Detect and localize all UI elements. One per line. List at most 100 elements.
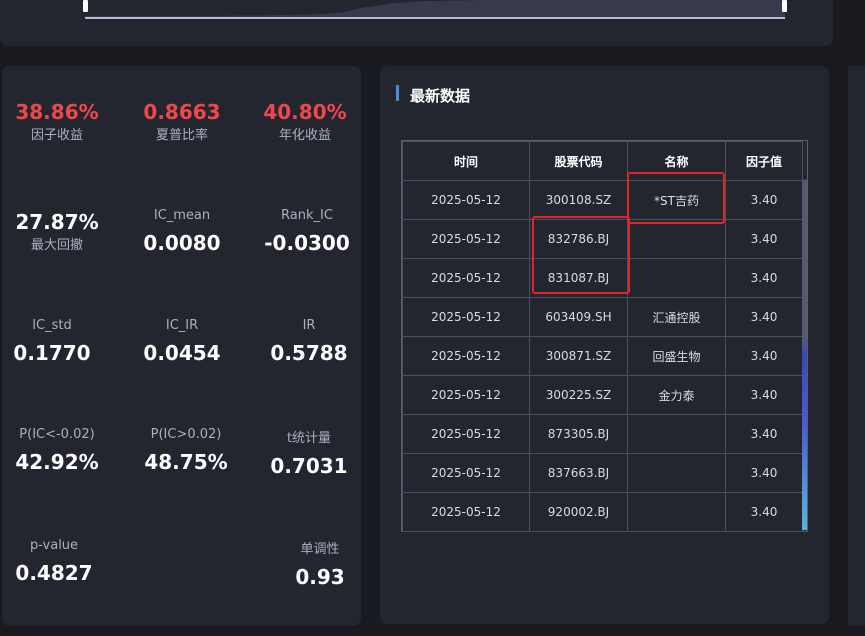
cell-factor: 3.40 (725, 453, 803, 493)
cell-code: 603409.SH (529, 297, 628, 337)
metric-value: 0.8663 (143, 100, 221, 124)
cell-factor: 3.40 (725, 336, 803, 376)
cell-code: 873305.BJ (529, 414, 628, 454)
panel-title-text: 最新数据 (410, 87, 471, 105)
metric-max-drawdown: 27.87% 最大回撤 (0, 210, 117, 253)
cell-factor: 3.40 (725, 180, 803, 220)
metric-label: t统计量 (286, 431, 332, 446)
metric-value: 27.87% (15, 210, 99, 234)
panel-title: 最新数据 (396, 85, 470, 106)
metric-value: 0.0080 (143, 231, 221, 255)
metric-label: Rank_IC (281, 208, 333, 223)
table-header-row: 时间 股票代码 名称 因子值 (402, 141, 803, 181)
table-row[interactable]: 2025-05-12 300871.SZ 回盛生物 3.40 (402, 336, 803, 376)
cell-name (627, 414, 726, 454)
cell-time: 2025-05-12 (402, 219, 530, 259)
metrics-panel: 38.86% 因子收益 0.8663 夏普比率 40.80% 年化收益 27.8… (2, 66, 361, 626)
metric-value: 48.75% (144, 450, 228, 474)
metric-value: 0.0454 (143, 341, 221, 365)
metric-p-ic-pos: P(IC>0.02) 48.75% (126, 427, 246, 474)
metric-value: 0.5788 (270, 341, 348, 365)
cell-code: 300225.SZ (529, 375, 628, 415)
cell-name: 汇通控股 (627, 297, 726, 337)
cell-code: 920002.BJ (529, 492, 628, 532)
table-scrollbar-thumb[interactable] (802, 180, 807, 530)
cell-factor: 3.40 (725, 219, 803, 259)
right-panel-edge (848, 66, 865, 626)
cell-code: 300108.SZ (529, 180, 628, 220)
table-row[interactable]: 2025-05-12 603409.SH 汇通控股 3.40 (402, 297, 803, 337)
metric-value: 38.86% (15, 100, 99, 124)
cell-factor: 3.40 (725, 414, 803, 454)
metric-t-stat: t统计量 0.7031 (249, 427, 369, 478)
cell-time: 2025-05-12 (402, 492, 530, 532)
metric-p-value: p-value 0.4827 (0, 538, 114, 585)
metric-label: 最大回撤 (30, 238, 83, 253)
metric-label: IC_IR (165, 318, 199, 333)
table-row[interactable]: 2025-05-12 837663.BJ 3.40 (402, 453, 803, 493)
cell-code: 300871.SZ (529, 336, 628, 376)
cell-factor: 3.40 (725, 375, 803, 415)
table-row[interactable]: 2025-05-12 300108.SZ *ST吉药 3.40 (402, 180, 803, 220)
metric-label: 夏普比率 (155, 128, 208, 143)
metric-rank-ic: Rank_IC -0.0300 (247, 208, 367, 255)
metric-factor-return: 38.86% 因子收益 (0, 100, 117, 143)
metric-value: -0.0300 (264, 231, 350, 255)
highlight-box-codes (532, 216, 630, 294)
range-left-handle[interactable] (83, 0, 88, 12)
cell-time: 2025-05-12 (402, 453, 530, 493)
metric-ic-std: IC_std 0.1770 (0, 318, 112, 365)
header-code[interactable]: 股票代码 (529, 141, 628, 181)
header-time[interactable]: 时间 (402, 141, 530, 181)
metric-sharpe: 0.8663 夏普比率 (122, 100, 242, 143)
cell-name (627, 258, 726, 298)
metric-label: P(IC<-0.02) (19, 427, 95, 442)
cell-name (627, 492, 726, 532)
table-row[interactable]: 2025-05-12 873305.BJ 3.40 (402, 414, 803, 454)
metric-label: 年化收益 (278, 128, 331, 143)
cell-code: 837663.BJ (529, 453, 628, 493)
metric-value: 0.1770 (13, 341, 91, 365)
table-row[interactable]: 2025-05-12 300225.SZ 金力泰 3.40 (402, 375, 803, 415)
latest-data-panel: 最新数据 时间 股票代码 名称 因子值 2025-05-12 300108.SZ *… (380, 66, 829, 624)
cell-time: 2025-05-12 (402, 258, 530, 298)
metric-annual-return: 40.80% 年化收益 (245, 100, 365, 143)
metric-label: IC_std (32, 318, 72, 333)
metric-label: p-value (29, 538, 79, 553)
mini-chart-area (85, 0, 785, 17)
metric-value: 0.4827 (15, 561, 93, 585)
range-right-handle[interactable] (782, 0, 787, 12)
metric-ir: IR 0.5788 (249, 318, 369, 365)
cell-time: 2025-05-12 (402, 336, 530, 376)
cell-name: 回盛生物 (627, 336, 726, 376)
cell-factor: 3.40 (725, 258, 803, 298)
metric-value: 0.7031 (270, 454, 348, 478)
metric-value: 40.80% (263, 100, 347, 124)
cell-name (627, 453, 726, 493)
metric-label: 因子收益 (30, 128, 83, 143)
highlight-box-name (627, 172, 725, 224)
cell-time: 2025-05-12 (402, 180, 530, 220)
header-factor[interactable]: 因子值 (725, 141, 803, 181)
metric-ic-mean: IC_mean 0.0080 (122, 208, 242, 255)
metric-ic-ir: IC_IR 0.0454 (122, 318, 242, 365)
cell-name: 金力泰 (627, 375, 726, 415)
cell-time: 2025-05-12 (402, 375, 530, 415)
latest-data-table[interactable]: 时间 股票代码 名称 因子值 2025-05-12 300108.SZ *ST吉药 3… (401, 140, 808, 532)
top-chart-panel (0, 0, 833, 46)
cell-name (627, 219, 726, 259)
metric-value: 42.92% (15, 450, 99, 474)
metric-value: 0.93 (295, 565, 345, 589)
metric-monotonicity: 单调性 0.93 (260, 538, 380, 589)
cell-time: 2025-05-12 (402, 297, 530, 337)
cell-time: 2025-05-12 (402, 414, 530, 454)
metric-label: 单调性 (300, 542, 340, 557)
metric-label: IC_mean (153, 208, 211, 223)
cell-factor: 3.40 (725, 492, 803, 532)
table-row[interactable]: 2025-05-12 920002.BJ 3.40 (402, 492, 803, 532)
metric-p-ic-neg: P(IC<-0.02) 42.92% (0, 427, 117, 474)
range-slider[interactable] (83, 0, 787, 19)
metric-label: P(IC>0.02) (150, 427, 222, 442)
metric-label: IR (302, 318, 316, 333)
cell-factor: 3.40 (725, 297, 803, 337)
